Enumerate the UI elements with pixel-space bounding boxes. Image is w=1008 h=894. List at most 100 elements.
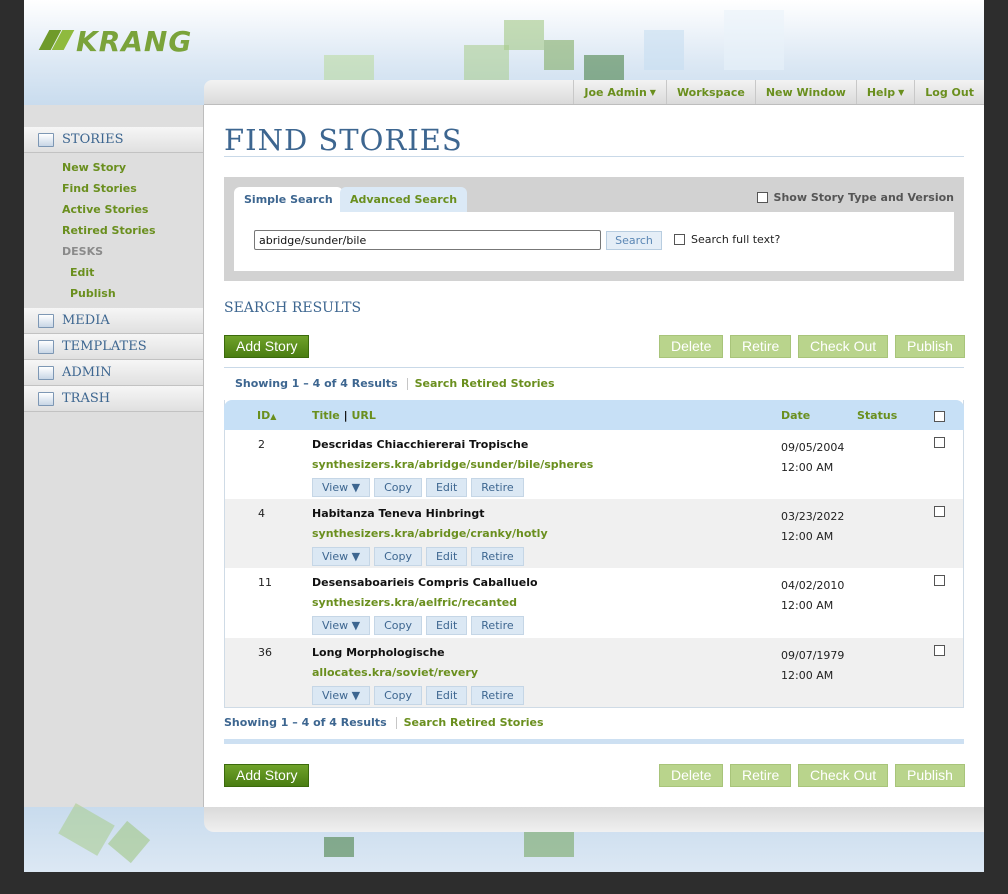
- krang-logo-icon: [38, 30, 75, 52]
- row-retire-button[interactable]: Retire: [471, 547, 524, 566]
- row-checkbox[interactable]: [934, 575, 945, 586]
- row-checkbox[interactable]: [934, 645, 945, 656]
- show-story-type-toggle[interactable]: Show Story Type and Version: [756, 191, 954, 204]
- logout-link[interactable]: Log Out: [914, 80, 984, 104]
- logo-text: KRANG: [76, 24, 193, 58]
- tab-simple-search[interactable]: Simple Search: [234, 187, 343, 212]
- story-date: 04/02/2010 12:00 AM: [781, 576, 844, 616]
- row-retire-button[interactable]: Retire: [471, 616, 524, 635]
- search-retired-link[interactable]: Search Retired Stories: [404, 716, 544, 729]
- search-full-text-toggle[interactable]: Search full text?: [674, 233, 780, 246]
- story-date-value: 04/02/2010: [781, 579, 845, 592]
- copy-button[interactable]: Copy: [374, 478, 422, 497]
- sidebar-section-trash[interactable]: TRASH: [24, 386, 203, 412]
- search-button[interactable]: Search: [606, 231, 662, 250]
- chevron-down-icon: ▼: [898, 87, 905, 97]
- table-header: ID▲ Title | URL Date Status: [224, 400, 964, 430]
- column-separator: |: [339, 409, 352, 422]
- sidebar-item-desk-edit[interactable]: Edit: [24, 262, 203, 283]
- view-button[interactable]: View ▼: [312, 686, 371, 705]
- copy-button[interactable]: Copy: [374, 547, 422, 566]
- check-out-button-bottom[interactable]: Check Out: [798, 764, 889, 787]
- edit-button[interactable]: Edit: [425, 547, 468, 566]
- view-button[interactable]: View ▼: [312, 547, 371, 566]
- row-checkbox[interactable]: [934, 437, 945, 448]
- full-text-checkbox[interactable]: [674, 234, 685, 245]
- publish-button[interactable]: Publish: [895, 335, 965, 358]
- column-date[interactable]: Date: [781, 409, 810, 422]
- column-status[interactable]: Status: [857, 409, 897, 422]
- publish-button-bottom[interactable]: Publish: [895, 764, 965, 787]
- full-text-label: Search full text?: [691, 233, 781, 246]
- retire-button-bottom[interactable]: Retire: [730, 764, 792, 787]
- edit-button[interactable]: Edit: [425, 478, 468, 497]
- tab-advanced-search[interactable]: Advanced Search: [340, 187, 468, 212]
- sidebar-item-retired-stories[interactable]: Retired Stories: [24, 220, 203, 241]
- edit-button[interactable]: Edit: [425, 616, 468, 635]
- row-actions: View ▼ Copy Edit Retire: [312, 478, 528, 497]
- story-date-value: 09/07/1979: [781, 649, 845, 662]
- trash-label: TRASH: [62, 391, 111, 406]
- top-navigation: Joe Admin ▼ Workspace New Window Help ▼ Lo…: [204, 80, 984, 105]
- workspace-link[interactable]: Workspace: [665, 80, 755, 104]
- trash-icon: [38, 391, 54, 406]
- search-retired-link[interactable]: Search Retired Stories: [415, 377, 555, 390]
- results-count: Showing 1 – 4 of 4 Results: [224, 716, 387, 729]
- new-window-link[interactable]: New Window: [754, 80, 856, 104]
- retire-button[interactable]: Retire: [730, 335, 792, 358]
- story-date-value: 09/05/2004: [781, 441, 845, 454]
- add-story-button-bottom[interactable]: Add Story: [224, 764, 310, 787]
- story-url[interactable]: synthesizers.kra/abridge/sunder/bile/sph…: [312, 458, 593, 471]
- user-menu[interactable]: Joe Admin ▼: [573, 80, 666, 104]
- delete-button-bottom[interactable]: Delete: [659, 764, 724, 787]
- divider: [406, 377, 408, 390]
- sidebar-item-new-story[interactable]: New Story: [24, 157, 203, 178]
- stories-label: STORIES: [62, 132, 124, 147]
- sidebar-section-stories[interactable]: STORIES: [24, 127, 203, 153]
- row-checkbox[interactable]: [934, 506, 945, 517]
- view-button[interactable]: View ▼: [312, 616, 371, 635]
- logout-label: Log Out: [925, 85, 974, 99]
- story-time-value: 12:00 AM: [781, 599, 834, 612]
- copy-button[interactable]: Copy: [374, 686, 422, 705]
- check-out-button[interactable]: Check Out: [798, 335, 889, 358]
- copy-button[interactable]: Copy: [374, 616, 422, 635]
- story-url[interactable]: synthesizers.kra/abridge/cranky/hotly: [312, 527, 548, 540]
- edit-button[interactable]: Edit: [425, 686, 468, 705]
- story-url[interactable]: allocates.kra/soviet/revery: [312, 666, 478, 679]
- footer-bar: [204, 807, 984, 832]
- delete-button[interactable]: Delete: [659, 335, 724, 358]
- add-story-button[interactable]: Add Story: [224, 335, 310, 358]
- column-title[interactable]: Title: [312, 409, 340, 422]
- row-retire-button[interactable]: Retire: [471, 686, 524, 705]
- results-summary-bottom: Showing 1 – 4 of 4 Results Search Retire…: [224, 716, 544, 729]
- workspace-label: Workspace: [676, 85, 745, 99]
- main-content: FIND STORIES Simple Search Advanced Sear…: [204, 105, 984, 807]
- show-story-type-checkbox[interactable]: [756, 192, 768, 203]
- column-id[interactable]: ID▲: [257, 409, 276, 422]
- sidebar: STORIES New Story Find Stories Active St…: [24, 105, 204, 807]
- search-input[interactable]: [254, 230, 601, 250]
- sidebar-item-desk-publish[interactable]: Publish: [24, 283, 203, 304]
- select-all-checkbox[interactable]: [934, 411, 945, 422]
- table-row: 2 Descridas Chiacchiererai Tropische syn…: [225, 430, 963, 499]
- sidebar-section-media[interactable]: MEDIA: [24, 308, 203, 334]
- help-menu[interactable]: Help ▼: [855, 80, 914, 104]
- results-divider: [224, 367, 964, 368]
- sidebar-section-templates[interactable]: TEMPLATES: [24, 334, 203, 360]
- story-id: 11: [258, 576, 272, 589]
- sidebar-item-find-stories[interactable]: Find Stories: [24, 178, 203, 199]
- sidebar-item-active-stories[interactable]: Active Stories: [24, 199, 203, 220]
- row-actions: View ▼ Copy Edit Retire: [312, 616, 528, 635]
- templates-label: TEMPLATES: [62, 339, 147, 354]
- row-retire-button[interactable]: Retire: [471, 478, 524, 497]
- view-button[interactable]: View ▼: [312, 478, 371, 497]
- table-row: 11 Desensaboarieis Compris Caballuelo sy…: [225, 568, 963, 637]
- krang-logo[interactable]: KRANG: [38, 24, 193, 58]
- story-url[interactable]: synthesizers.kra/aelfric/recanted: [312, 596, 517, 609]
- column-url[interactable]: URL: [351, 409, 375, 422]
- story-date: 09/05/2004 12:00 AM: [781, 438, 844, 478]
- story-id: 4: [258, 507, 265, 520]
- story-title: Descridas Chiacchiererai Tropische: [312, 438, 529, 451]
- sidebar-section-admin[interactable]: ADMIN: [24, 360, 203, 386]
